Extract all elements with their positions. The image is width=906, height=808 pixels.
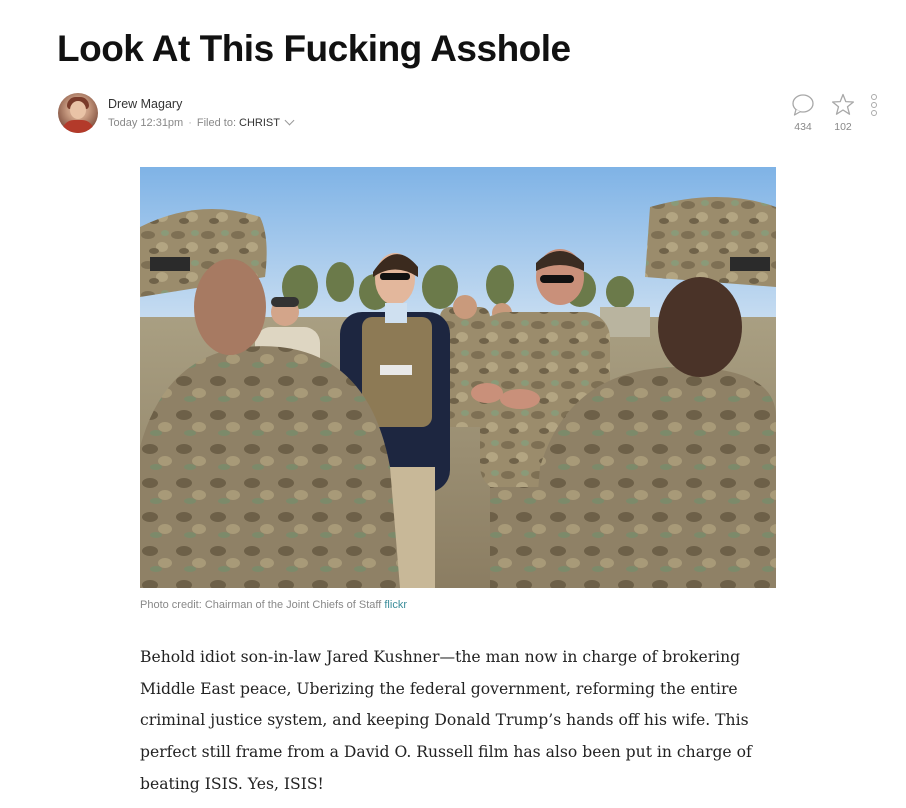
byline: Drew Magary Today 12:31pm · Filed to: CH…	[58, 93, 295, 133]
article-title: Look At This Fucking Asshole	[57, 28, 571, 69]
meta-separator: ·	[188, 116, 192, 129]
article-photo[interactable]	[140, 167, 776, 588]
article-actions: 434 102	[788, 93, 880, 133]
vertical-dots-icon[interactable]	[868, 94, 880, 118]
caption-text: Photo credit: Chairman of the Joint Chie…	[140, 599, 385, 611]
article-body: Behold idiot son-in-law Jared Kushner—th…	[140, 648, 752, 793]
author-name[interactable]: Drew Magary	[108, 96, 293, 112]
comments-button[interactable]: 434	[788, 93, 818, 133]
photo-caption: Photo credit: Chairman of the Joint Chie…	[140, 599, 407, 611]
star-icon	[831, 93, 855, 115]
chevron-down-icon[interactable]	[284, 115, 295, 126]
comments-count: 434	[794, 121, 812, 133]
category-tag[interactable]: CHRIST	[239, 115, 280, 131]
byline-meta: Drew Magary Today 12:31pm · Filed to: CH…	[108, 96, 295, 131]
stars-count: 102	[834, 121, 852, 133]
post-meta: Today 12:31pm · Filed to: CHRIST	[108, 115, 295, 131]
post-timestamp[interactable]: Today 12:31pm	[108, 115, 183, 131]
star-button[interactable]: 102	[828, 93, 858, 133]
caption-link[interactable]: flickr	[384, 599, 407, 611]
speech-bubble-icon	[792, 94, 814, 116]
filed-to-label: Filed to:	[196, 116, 237, 129]
author-avatar[interactable]	[58, 93, 98, 133]
